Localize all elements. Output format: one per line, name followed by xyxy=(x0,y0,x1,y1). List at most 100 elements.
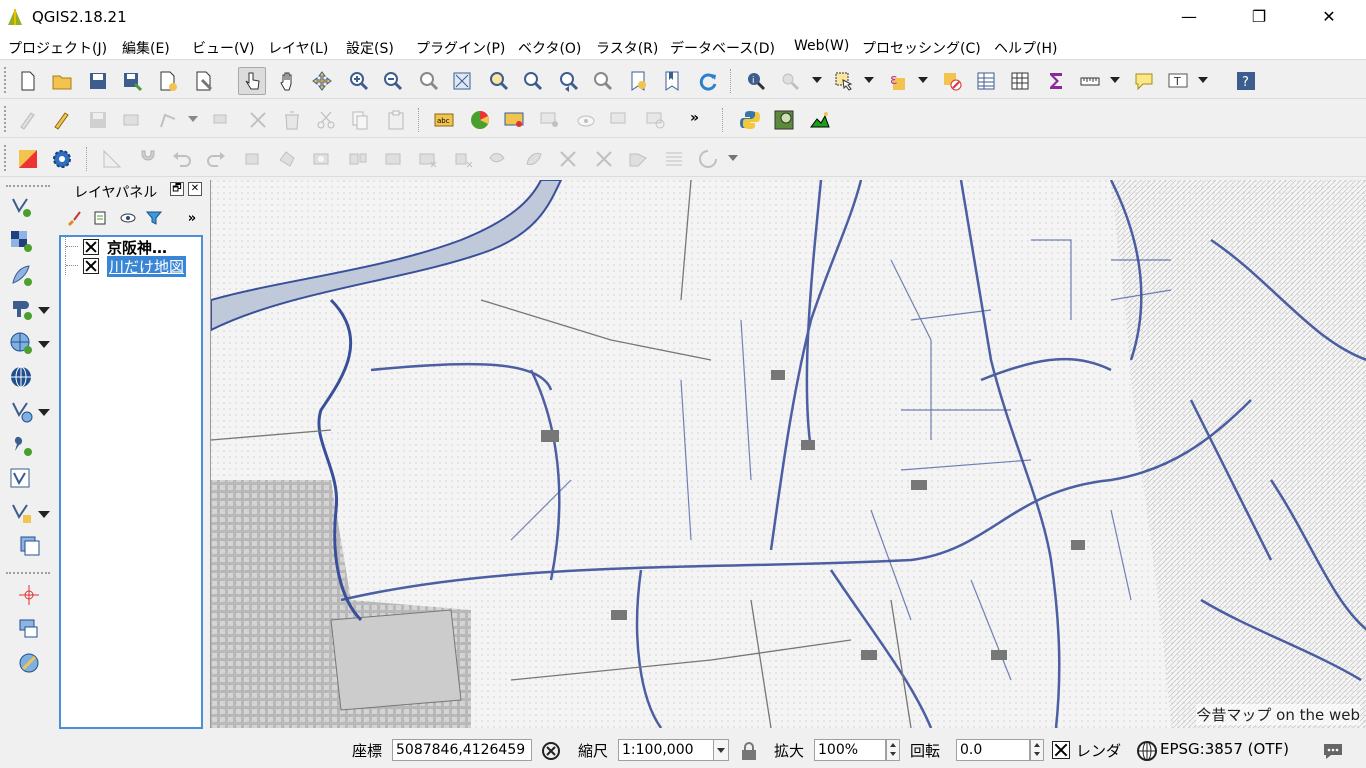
toolbar-more-button[interactable]: » xyxy=(690,110,699,126)
touch-zoom-pan-button[interactable] xyxy=(238,67,266,95)
zoom-last-button[interactable] xyxy=(554,67,582,95)
menu-layer[interactable]: レイヤ(L) xyxy=(268,38,328,58)
scale-dropdown-arrow[interactable] xyxy=(713,739,729,761)
python-console-button[interactable] xyxy=(736,106,764,134)
toolbar-grip[interactable] xyxy=(6,185,50,188)
reshape-features-button[interactable] xyxy=(484,145,512,173)
add-oracle-layer-button[interactable] xyxy=(14,532,44,562)
style-manager-button[interactable] xyxy=(64,208,84,228)
add-delimited-text-button[interactable] xyxy=(6,430,36,460)
rotation-spinner[interactable] xyxy=(1030,739,1044,761)
show-bookmarks-button[interactable] xyxy=(658,67,686,95)
add-point-tool-button[interactable] xyxy=(14,580,44,610)
toolbar-grip[interactable] xyxy=(4,145,8,171)
advanced-digitizing-button[interactable] xyxy=(98,145,126,173)
toggle-editing-button[interactable] xyxy=(48,106,76,134)
select-dropdown-arrow[interactable] xyxy=(864,77,874,83)
rotation-field[interactable]: 0.0 xyxy=(956,739,1030,761)
crs-globe-icon[interactable] xyxy=(1136,740,1158,762)
gps-tools-button[interactable] xyxy=(14,648,44,678)
magnifier-field[interactable]: 100% xyxy=(814,739,886,761)
delete-ring-button[interactable] xyxy=(414,145,442,173)
zoom-to-selection-button[interactable] xyxy=(484,67,512,95)
map-tips-button[interactable] xyxy=(1130,67,1158,95)
layer-tree[interactable]: 京阪神… 川だけ地図 xyxy=(59,235,203,729)
fill-ring-button[interactable] xyxy=(380,145,408,173)
magnifier-spinner[interactable] xyxy=(886,739,900,761)
message-log-icon[interactable] xyxy=(1322,740,1344,762)
add-spatialite-layer-button[interactable] xyxy=(6,260,36,290)
layer-name[interactable]: 川だけ地図 xyxy=(107,256,187,277)
menu-view[interactable]: ビュー(V) xyxy=(192,38,255,58)
merge-selected-button[interactable] xyxy=(624,145,652,173)
menu-vector[interactable]: ベクタ(O) xyxy=(518,38,581,58)
split-features-button[interactable] xyxy=(554,145,582,173)
annotation-dropdown-arrow[interactable] xyxy=(1198,77,1208,83)
move-label-button[interactable] xyxy=(606,106,634,134)
new-print-composer-button[interactable] xyxy=(154,67,182,95)
processing-toolbox-button[interactable] xyxy=(48,145,76,173)
minimize-button[interactable]: — xyxy=(1166,0,1212,34)
layer-item[interactable]: 京阪神… xyxy=(61,237,201,258)
add-feature-button[interactable] xyxy=(118,106,146,134)
open-project-button[interactable] xyxy=(48,67,76,95)
undo-button[interactable] xyxy=(168,145,196,173)
delete-part-button[interactable] xyxy=(244,106,272,134)
open-attribute-table-button[interactable] xyxy=(972,67,1000,95)
zoom-in-button[interactable] xyxy=(344,67,372,95)
add-part-button[interactable] xyxy=(344,145,372,173)
node-tool-button[interactable] xyxy=(154,106,182,134)
manage-visibility-button[interactable] xyxy=(118,208,138,228)
zoom-full-button[interactable] xyxy=(448,67,476,95)
simplify-feature-button[interactable] xyxy=(274,145,302,173)
deselect-all-button[interactable] xyxy=(938,67,966,95)
rotate-label-button[interactable] xyxy=(642,106,670,134)
rotate-feature-button[interactable] xyxy=(240,145,268,173)
current-edits-button[interactable] xyxy=(14,106,42,134)
layer-name[interactable]: 京阪神… xyxy=(107,237,167,258)
mouse-coordinate-toggle-icon[interactable] xyxy=(540,740,562,762)
add-raster-layer-button[interactable] xyxy=(6,226,36,256)
add-vector-layer-button[interactable] xyxy=(6,192,36,222)
field-calculator-button[interactable] xyxy=(1006,67,1034,95)
toolbar-grip[interactable] xyxy=(4,106,8,132)
add-db2-layer-button[interactable] xyxy=(14,614,44,644)
terrain-profile-button[interactable] xyxy=(806,106,834,134)
delete-part-tool-button[interactable] xyxy=(450,145,478,173)
wfs-dropdown-arrow[interactable] xyxy=(38,409,50,416)
layer-panel-more-button[interactable]: » xyxy=(182,208,202,228)
zoom-next-button[interactable] xyxy=(588,67,616,95)
georeferencer-button[interactable] xyxy=(770,106,798,134)
merge-attributes-button[interactable] xyxy=(660,145,688,173)
menu-help[interactable]: ヘルプ(H) xyxy=(994,38,1057,58)
add-ring-button[interactable] xyxy=(308,145,336,173)
zoom-actual-size-button[interactable] xyxy=(414,67,442,95)
save-as-button[interactable] xyxy=(118,67,146,95)
layer-labeling-button[interactable]: abc xyxy=(430,106,458,134)
lock-icon[interactable] xyxy=(738,740,760,762)
paste-features-button[interactable] xyxy=(382,106,410,134)
offset-curve-button[interactable] xyxy=(520,145,548,173)
show-hide-labels-button[interactable] xyxy=(572,106,600,134)
composer-manager-button[interactable] xyxy=(190,67,218,95)
select-by-expression-button[interactable]: ε xyxy=(884,67,912,95)
highlight-pinned-labels-button[interactable] xyxy=(500,106,528,134)
filter-legend-button[interactable] xyxy=(144,208,164,228)
redo-button[interactable] xyxy=(202,145,230,173)
pin-labels-button[interactable] xyxy=(536,106,564,134)
action-button[interactable] xyxy=(776,67,804,95)
copy-features-button[interactable] xyxy=(346,106,374,134)
toolbar-grip[interactable] xyxy=(4,67,8,93)
layer-visibility-checkbox[interactable] xyxy=(83,239,99,255)
pan-to-selection-button[interactable] xyxy=(308,67,336,95)
maximize-button[interactable]: ❐ xyxy=(1236,0,1282,34)
text-annotation-button[interactable]: T xyxy=(1164,67,1192,95)
close-window-button[interactable]: ✕ xyxy=(1306,0,1352,34)
toolbar-grip[interactable] xyxy=(6,572,50,575)
crs-status-label[interactable]: EPSG:3857 (OTF) xyxy=(1160,740,1289,758)
panel-float-button[interactable]: 🗗 xyxy=(170,182,184,196)
new-shapefile-layer-button[interactable] xyxy=(6,498,36,528)
layer-item-selected[interactable]: 川だけ地図 xyxy=(61,256,201,277)
measure-dropdown-arrow[interactable] xyxy=(1110,77,1120,83)
add-group-button[interactable] xyxy=(90,208,110,228)
